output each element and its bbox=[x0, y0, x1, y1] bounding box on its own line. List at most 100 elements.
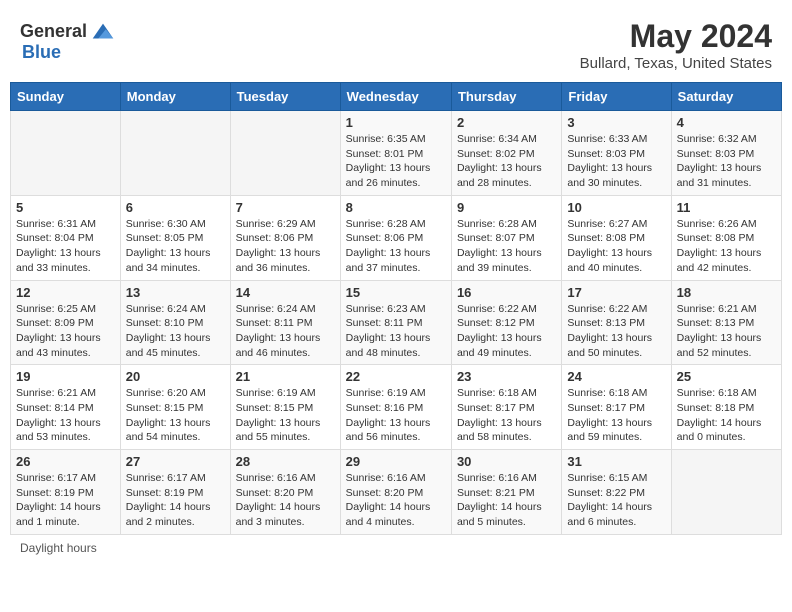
logo-icon bbox=[89, 18, 117, 46]
day-info: Sunrise: 6:22 AM Sunset: 8:13 PM Dayligh… bbox=[567, 302, 665, 361]
calendar-cell: 27 Sunrise: 6:17 AM Sunset: 8:19 PM Dayli… bbox=[120, 450, 230, 535]
day-number: 2 bbox=[457, 115, 556, 130]
day-number: 4 bbox=[677, 115, 776, 130]
day-number: 20 bbox=[126, 369, 225, 384]
day-number: 11 bbox=[677, 200, 776, 215]
calendar-cell: 3 Sunrise: 6:33 AM Sunset: 8:03 PM Daylig… bbox=[562, 111, 671, 196]
day-number: 16 bbox=[457, 285, 556, 300]
day-info: Sunrise: 6:23 AM Sunset: 8:11 PM Dayligh… bbox=[346, 302, 446, 361]
daylight-hours-label: Daylight hours bbox=[20, 541, 97, 555]
calendar-cell: 14 Sunrise: 6:24 AM Sunset: 8:11 PM Dayli… bbox=[230, 280, 340, 365]
calendar-cell: 4 Sunrise: 6:32 AM Sunset: 8:03 PM Daylig… bbox=[671, 111, 781, 196]
weekday-header-tuesday: Tuesday bbox=[230, 83, 340, 111]
day-number: 19 bbox=[16, 369, 115, 384]
day-number: 15 bbox=[346, 285, 446, 300]
calendar-week-5: 26Sunrise: 6:17 AM Sunset: 8:19 PM Dayli… bbox=[11, 450, 782, 535]
calendar-cell: 22 Sunrise: 6:19 AM Sunset: 8:16 PM Dayli… bbox=[340, 365, 451, 450]
calendar-table: SundayMondayTuesdayWednesdayThursdayFrid… bbox=[10, 82, 782, 535]
day-info: Sunrise: 6:20 AM Sunset: 8:15 PM Dayligh… bbox=[126, 386, 225, 445]
day-number: 8 bbox=[346, 200, 446, 215]
calendar-week-1: 1Sunrise: 6:35 AM Sunset: 8:01 PM Daylig… bbox=[11, 111, 782, 196]
day-number: 9 bbox=[457, 200, 556, 215]
day-info: Sunrise: 6:24 AM Sunset: 8:11 PM Dayligh… bbox=[236, 302, 335, 361]
day-number: 24 bbox=[567, 369, 665, 384]
day-info: Sunrise: 6:27 AM Sunset: 8:08 PM Dayligh… bbox=[567, 217, 665, 276]
logo: General Blue bbox=[20, 18, 117, 63]
day-info: Sunrise: 6:19 AM Sunset: 8:16 PM Dayligh… bbox=[346, 386, 446, 445]
calendar-cell: 13Sunrise: 6:24 AM Sunset: 8:10 PM Dayli… bbox=[120, 280, 230, 365]
calendar-week-4: 19 Sunrise: 6:21 AM Sunset: 8:14 PM Dayli… bbox=[11, 365, 782, 450]
day-info: Sunrise: 6:31 AM Sunset: 8:04 PM Dayligh… bbox=[16, 217, 115, 276]
calendar-cell bbox=[230, 111, 340, 196]
weekday-header-monday: Monday bbox=[120, 83, 230, 111]
day-info: Sunrise: 6:18 AM Sunset: 8:18 PM Dayligh… bbox=[677, 386, 776, 445]
logo-general: General bbox=[20, 22, 87, 42]
calendar-cell bbox=[120, 111, 230, 196]
title-block: May 2024 Bullard, Texas, United States bbox=[580, 18, 772, 72]
day-number: 25 bbox=[677, 369, 776, 384]
weekday-header-friday: Friday bbox=[562, 83, 671, 111]
day-number: 3 bbox=[567, 115, 665, 130]
day-number: 12 bbox=[16, 285, 115, 300]
calendar-cell: 12 Sunrise: 6:25 AM Sunset: 8:09 PM Dayli… bbox=[11, 280, 121, 365]
calendar-cell: 5Sunrise: 6:31 AM Sunset: 8:04 PM Daylig… bbox=[11, 195, 121, 280]
day-number: 10 bbox=[567, 200, 665, 215]
weekday-header-thursday: Thursday bbox=[451, 83, 561, 111]
month-year: May 2024 bbox=[580, 18, 772, 55]
calendar-cell: 7Sunrise: 6:29 AM Sunset: 8:06 PM Daylig… bbox=[230, 195, 340, 280]
day-info: Sunrise: 6:33 AM Sunset: 8:03 PM Dayligh… bbox=[567, 132, 665, 191]
day-info: Sunrise: 6:18 AM Sunset: 8:17 PM Dayligh… bbox=[567, 386, 665, 445]
day-info: Sunrise: 6:16 AM Sunset: 8:21 PM Dayligh… bbox=[457, 471, 556, 530]
day-info: Sunrise: 6:21 AM Sunset: 8:14 PM Dayligh… bbox=[16, 386, 115, 445]
day-info: Sunrise: 6:34 AM Sunset: 8:02 PM Dayligh… bbox=[457, 132, 556, 191]
calendar-cell: 16 Sunrise: 6:22 AM Sunset: 8:12 PM Dayli… bbox=[451, 280, 561, 365]
day-info: Sunrise: 6:18 AM Sunset: 8:17 PM Dayligh… bbox=[457, 386, 556, 445]
weekday-header-saturday: Saturday bbox=[671, 83, 781, 111]
day-number: 21 bbox=[236, 369, 335, 384]
day-info: Sunrise: 6:35 AM Sunset: 8:01 PM Dayligh… bbox=[346, 132, 446, 191]
calendar-cell: 26Sunrise: 6:17 AM Sunset: 8:19 PM Dayli… bbox=[11, 450, 121, 535]
calendar-cell: 2 Sunrise: 6:34 AM Sunset: 8:02 PM Daylig… bbox=[451, 111, 561, 196]
day-info: Sunrise: 6:22 AM Sunset: 8:12 PM Dayligh… bbox=[457, 302, 556, 361]
day-info: Sunrise: 6:15 AM Sunset: 8:22 PM Dayligh… bbox=[567, 471, 665, 530]
weekday-header-sunday: Sunday bbox=[11, 83, 121, 111]
day-info: Sunrise: 6:32 AM Sunset: 8:03 PM Dayligh… bbox=[677, 132, 776, 191]
calendar-cell: 20 Sunrise: 6:20 AM Sunset: 8:15 PM Dayli… bbox=[120, 365, 230, 450]
day-number: 17 bbox=[567, 285, 665, 300]
calendar-cell: 28Sunrise: 6:16 AM Sunset: 8:20 PM Dayli… bbox=[230, 450, 340, 535]
location: Bullard, Texas, United States bbox=[580, 55, 772, 72]
day-number: 27 bbox=[126, 454, 225, 469]
calendar-cell: 25 Sunrise: 6:18 AM Sunset: 8:18 PM Dayli… bbox=[671, 365, 781, 450]
day-info: Sunrise: 6:24 AM Sunset: 8:10 PM Dayligh… bbox=[126, 302, 225, 361]
calendar-cell bbox=[11, 111, 121, 196]
day-info: Sunrise: 6:19 AM Sunset: 8:15 PM Dayligh… bbox=[236, 386, 335, 445]
calendar-cell: 30Sunrise: 6:16 AM Sunset: 8:21 PM Dayli… bbox=[451, 450, 561, 535]
calendar-cell: 8 Sunrise: 6:28 AM Sunset: 8:06 PM Daylig… bbox=[340, 195, 451, 280]
footer-note: Daylight hours bbox=[10, 535, 782, 561]
day-number: 6 bbox=[126, 200, 225, 215]
weekday-header-row: SundayMondayTuesdayWednesdayThursdayFrid… bbox=[11, 83, 782, 111]
calendar-cell: 24 Sunrise: 6:18 AM Sunset: 8:17 PM Dayli… bbox=[562, 365, 671, 450]
calendar-cell: 11 Sunrise: 6:26 AM Sunset: 8:08 PM Dayli… bbox=[671, 195, 781, 280]
day-info: Sunrise: 6:17 AM Sunset: 8:19 PM Dayligh… bbox=[126, 471, 225, 530]
day-number: 23 bbox=[457, 369, 556, 384]
calendar-week-3: 12 Sunrise: 6:25 AM Sunset: 8:09 PM Dayli… bbox=[11, 280, 782, 365]
day-number: 22 bbox=[346, 369, 446, 384]
day-info: Sunrise: 6:28 AM Sunset: 8:06 PM Dayligh… bbox=[346, 217, 446, 276]
weekday-header-wednesday: Wednesday bbox=[340, 83, 451, 111]
calendar-cell: 21 Sunrise: 6:19 AM Sunset: 8:15 PM Dayli… bbox=[230, 365, 340, 450]
calendar-cell: 23 Sunrise: 6:18 AM Sunset: 8:17 PM Dayli… bbox=[451, 365, 561, 450]
calendar-cell: 18Sunrise: 6:21 AM Sunset: 8:13 PM Dayli… bbox=[671, 280, 781, 365]
calendar-cell: 15 Sunrise: 6:23 AM Sunset: 8:11 PM Dayli… bbox=[340, 280, 451, 365]
day-number: 7 bbox=[236, 200, 335, 215]
day-info: Sunrise: 6:25 AM Sunset: 8:09 PM Dayligh… bbox=[16, 302, 115, 361]
calendar-cell bbox=[671, 450, 781, 535]
header: General Blue May 2024 Bullard, Texas, Un… bbox=[10, 10, 782, 76]
day-number: 18 bbox=[677, 285, 776, 300]
day-number: 29 bbox=[346, 454, 446, 469]
calendar-cell: 1Sunrise: 6:35 AM Sunset: 8:01 PM Daylig… bbox=[340, 111, 451, 196]
day-info: Sunrise: 6:30 AM Sunset: 8:05 PM Dayligh… bbox=[126, 217, 225, 276]
day-info: Sunrise: 6:26 AM Sunset: 8:08 PM Dayligh… bbox=[677, 217, 776, 276]
day-number: 14 bbox=[236, 285, 335, 300]
calendar-cell: 10 Sunrise: 6:27 AM Sunset: 8:08 PM Dayli… bbox=[562, 195, 671, 280]
